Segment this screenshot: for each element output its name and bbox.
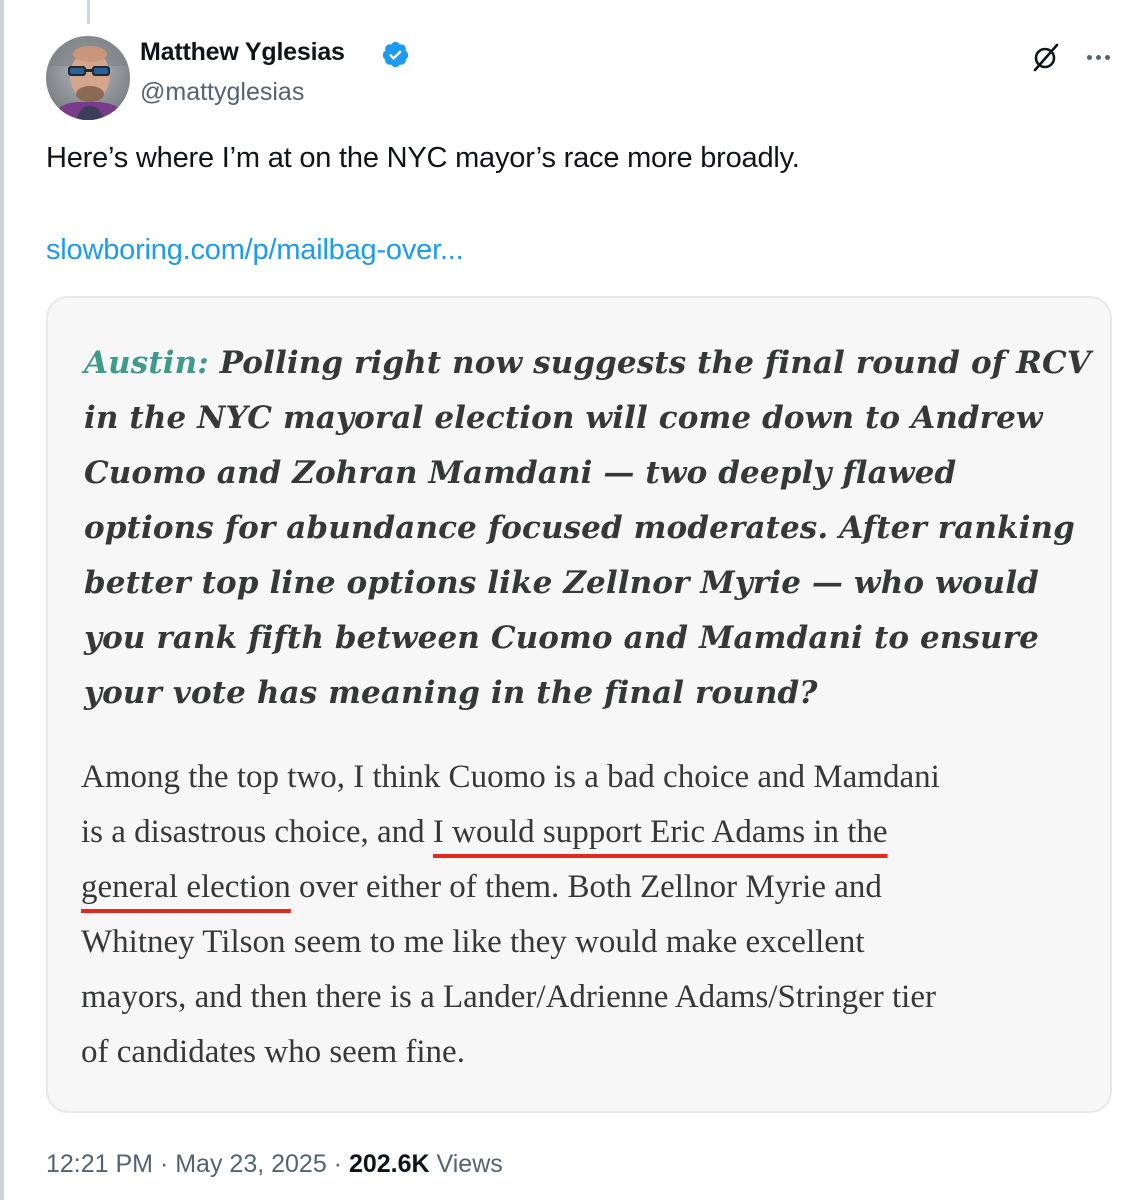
verified-badge-icon <box>382 41 409 68</box>
answer-text: over either of them. Both Zellnor Myrie … <box>290 869 882 905</box>
author-handle[interactable]: @mattyglesias <box>140 78 304 107</box>
tweet-metadata: 12:21 PM · May 23, 2025 · 202.6K Views <box>46 1150 503 1179</box>
views-count[interactable]: 202.6K <box>349 1150 430 1178</box>
views-label: Views <box>429 1150 503 1178</box>
quote-question: Austin: Polling right now suggests the f… <box>84 336 1094 721</box>
answer-text: is a disastrous choice, and <box>81 814 433 850</box>
more-options-button[interactable] <box>1081 40 1115 74</box>
answer-line: Among the top two, I think Cuomo is a ba… <box>81 759 940 795</box>
more-options-icon <box>1086 54 1092 60</box>
separator: · <box>153 1150 176 1178</box>
answer-line: is a disastrous choice, and I would supp… <box>81 805 1101 860</box>
tweet-link[interactable]: slowboring.com/p/mailbag-over... <box>46 234 464 267</box>
thread-connector-line <box>87 0 90 24</box>
tweet-time[interactable]: 12:21 PM <box>46 1150 153 1178</box>
quote-card[interactable]: Austin: Polling right now suggests the f… <box>46 296 1112 1113</box>
highlighted-text: general election <box>81 869 291 905</box>
separator: · <box>326 1150 349 1178</box>
highlighted-text: I would support Eric Adams in the <box>432 814 888 850</box>
quote-answer: Among the top two, I think Cuomo is a ba… <box>81 750 1101 1080</box>
grok-icon <box>1033 43 1059 72</box>
answer-line: general election over either of them. Bo… <box>81 860 1101 915</box>
author-avatar[interactable] <box>46 36 130 120</box>
quote-question-text: Polling right now suggests the final rou… <box>84 345 1091 711</box>
avatar-photo <box>46 36 130 120</box>
more-options-icon <box>1095 54 1101 60</box>
left-border <box>0 0 4 1200</box>
answer-line: of candidates who seem fine. <box>81 1034 465 1070</box>
quote-asker: Austin: <box>84 345 209 381</box>
author-name[interactable]: Matthew Yglesias <box>140 38 345 67</box>
answer-line: mayors, and then there is a Lander/Adrie… <box>81 979 936 1015</box>
tweet-text: Here’s where I’m at on the NYC mayor’s r… <box>46 142 800 174</box>
answer-line: Whitney Tilson seem to me like they woul… <box>81 924 865 960</box>
more-options-icon <box>1104 54 1110 60</box>
tweet-date[interactable]: May 23, 2025 <box>175 1150 327 1178</box>
grok-button[interactable] <box>1029 40 1063 74</box>
